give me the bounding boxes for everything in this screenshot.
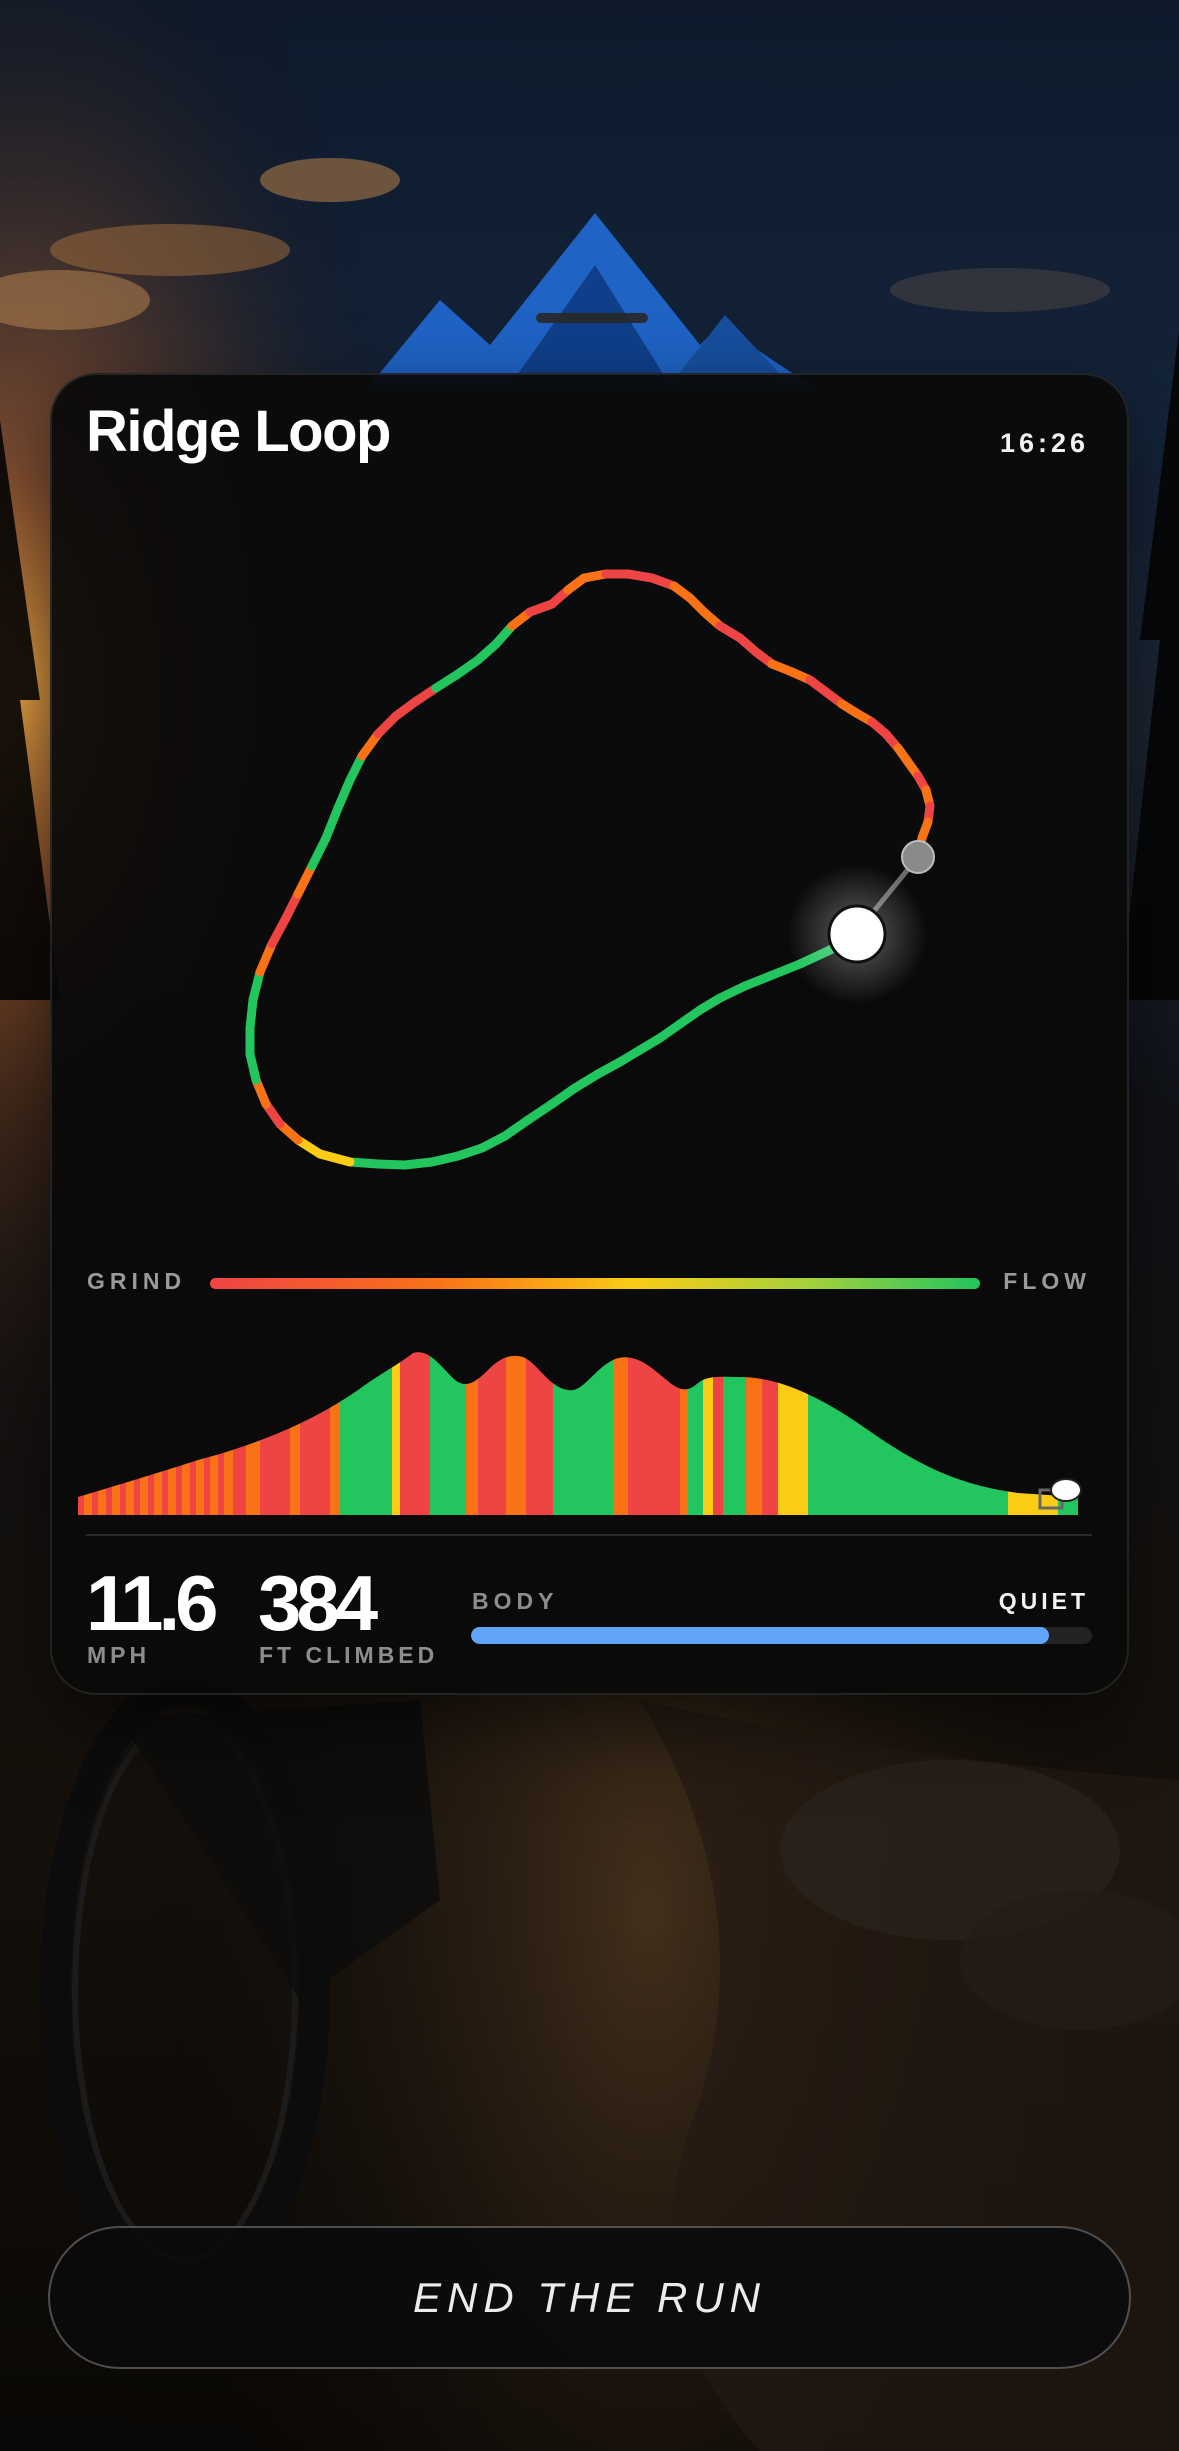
elevation-band <box>148 1352 154 1515</box>
grind-flow-gradient-bar <box>210 1278 980 1289</box>
elevation-band <box>134 1352 140 1515</box>
elevation-band <box>628 1352 680 1515</box>
elevation-band <box>260 1352 290 1515</box>
elevation-band <box>400 1352 430 1515</box>
elevation-band <box>224 1352 233 1515</box>
elevation-band <box>723 1352 746 1515</box>
profile-position-marker[interactable] <box>1050 1478 1082 1502</box>
stats-divider <box>86 1534 1092 1536</box>
elevation-band <box>112 1352 120 1515</box>
elevation-band <box>340 1352 392 1515</box>
elevation-band <box>126 1352 134 1515</box>
elevation-band <box>168 1352 176 1515</box>
clock-time: 16:26 <box>999 428 1089 458</box>
elevation-band <box>526 1352 553 1515</box>
body-state-label: QUIET <box>998 1588 1089 1614</box>
elevation-band <box>120 1352 126 1515</box>
mountain-logo-icon <box>370 213 810 385</box>
elevation-band <box>553 1352 568 1515</box>
climb-value: 384 <box>258 1559 378 1647</box>
elevation-band <box>190 1352 196 1515</box>
legend-flow-label: FLOW <box>1003 1268 1091 1294</box>
elevation-band <box>478 1352 506 1515</box>
elevation-band <box>762 1352 778 1515</box>
body-meter-track <box>471 1627 1092 1644</box>
elevation-profile <box>78 1352 1082 1515</box>
elevation-band <box>688 1352 703 1515</box>
elevation-band <box>98 1352 106 1515</box>
climb-unit-label: FT CLIMBED <box>259 1642 439 1668</box>
elevation-band <box>703 1352 713 1515</box>
elevation-band <box>568 1352 613 1515</box>
legend-grind-label: GRIND <box>87 1268 187 1294</box>
end-run-button[interactable]: END THE RUN <box>48 2226 1131 2369</box>
sheet-grabber-handle[interactable] <box>536 313 648 323</box>
elevation-band <box>808 1352 1008 1515</box>
elevation-band <box>182 1352 190 1515</box>
elevation-band <box>246 1352 260 1515</box>
elevation-band <box>330 1352 340 1515</box>
end-run-label: END THE RUN <box>412 2273 766 2321</box>
elevation-band <box>176 1352 182 1515</box>
elevation-band <box>154 1352 162 1515</box>
elevation-band <box>778 1352 808 1515</box>
elevation-band <box>162 1352 168 1515</box>
elevation-band <box>300 1352 330 1515</box>
speed-unit-label: MPH <box>87 1642 151 1668</box>
route-title: Ridge Loop <box>86 399 391 464</box>
elevation-band <box>444 1352 466 1515</box>
elevation-band <box>613 1352 628 1515</box>
body-label: BODY <box>472 1588 559 1614</box>
body-meter-fill <box>471 1627 1049 1644</box>
elevation-band <box>140 1352 148 1515</box>
elevation-band <box>196 1352 204 1515</box>
elevation-band <box>92 1352 98 1515</box>
elevation-band <box>392 1352 400 1515</box>
elevation-band <box>746 1352 762 1515</box>
app-screen: Ridge Loop 16:26 GRIND FLOW 11.6 MPH 384… <box>0 0 1179 2451</box>
speed-value: 11.6 <box>86 1559 218 1647</box>
elevation-band <box>78 1352 84 1515</box>
elevation-band <box>430 1352 444 1515</box>
elevation-band <box>680 1352 688 1515</box>
elevation-band <box>233 1352 246 1515</box>
elevation-band <box>466 1352 478 1515</box>
elevation-band <box>218 1352 224 1515</box>
elevation-band <box>506 1352 526 1515</box>
elevation-band <box>713 1352 723 1515</box>
elevation-band <box>210 1352 218 1515</box>
elevation-band <box>106 1352 112 1515</box>
elevation-band <box>84 1352 92 1515</box>
elevation-band <box>204 1352 210 1515</box>
elevation-band <box>290 1352 300 1515</box>
